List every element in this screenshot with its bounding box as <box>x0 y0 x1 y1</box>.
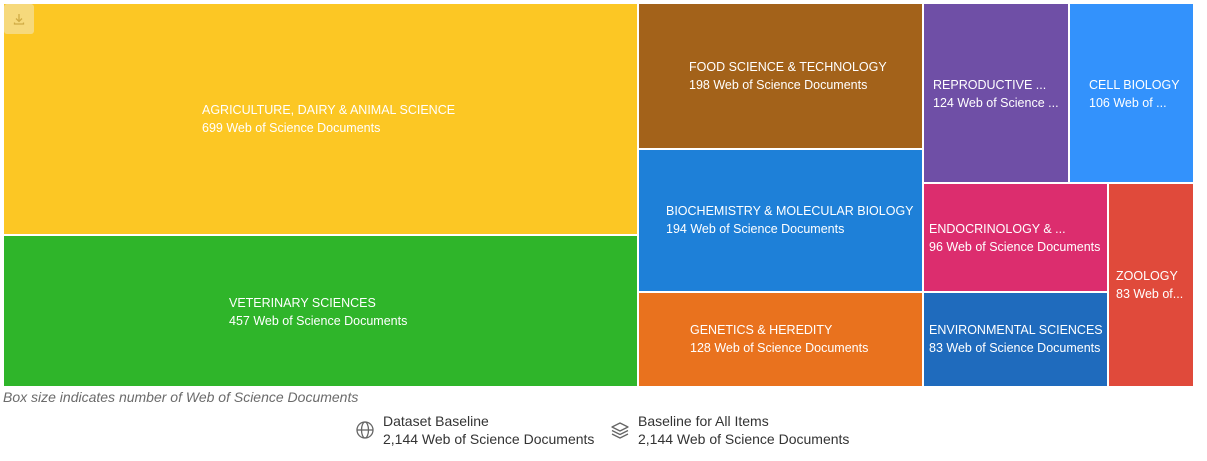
treemap-tile[interactable]: ZOOLOGY 83 Web of... <box>1108 183 1194 387</box>
tile-category-name: GENETICS & HEREDITY <box>690 323 833 337</box>
treemap-chart: AGRICULTURE, DAIRY & ANIMAL SCIENCE 699 W… <box>3 3 1194 387</box>
tile-category-name: ZOOLOGY <box>1116 269 1178 283</box>
tile-label: GENETICS & HEREDITY 128 Web of Science Do… <box>690 321 868 357</box>
treemap-tile[interactable]: ENVIRONMENTAL SCIENCES 83 Web of Science … <box>923 292 1108 387</box>
layers-icon <box>611 422 629 439</box>
tile-value-label: 106 Web of ... <box>1089 96 1167 110</box>
tile-label: FOOD SCIENCE & TECHNOLOGY 198 Web of Scie… <box>689 58 887 94</box>
tile-category-name: VETERINARY SCIENCES <box>229 296 376 310</box>
dataset-baseline-value: 2,144 Web of Science Documents <box>383 431 595 447</box>
tile-label: ENVIRONMENTAL SCIENCES 83 Web of Science … <box>929 321 1103 357</box>
tile-value-label: 83 Web of Science Documents <box>929 341 1101 355</box>
tile-label: ENDOCRINOLOGY & ... 96 Web of Science Doc… <box>929 220 1100 256</box>
tile-label: AGRICULTURE, DAIRY & ANIMAL SCIENCE 699 W… <box>202 101 455 137</box>
tile-category-name: ENDOCRINOLOGY & ... <box>929 222 1066 236</box>
tile-value-label: 194 Web of Science Documents <box>666 222 845 236</box>
tile-value-label: 198 Web of Science Documents <box>689 78 868 92</box>
tile-value-label: 457 Web of Science Documents <box>229 314 408 328</box>
tile-label: ZOOLOGY 83 Web of... <box>1116 267 1183 303</box>
tile-category-name: AGRICULTURE, DAIRY & ANIMAL SCIENCE <box>202 103 456 117</box>
treemap-caption: Box size indicates number of Web of Scie… <box>3 389 359 405</box>
tile-label: VETERINARY SCIENCES 457 Web of Science Do… <box>229 294 407 330</box>
globe-icon <box>356 421 374 439</box>
tile-value-label: 128 Web of Science Documents <box>690 341 869 355</box>
treemap-tile[interactable]: VETERINARY SCIENCES 457 Web of Science Do… <box>3 235 638 387</box>
tile-category-name: BIOCHEMISTRY & MOLECULAR BIOLOGY <box>666 204 914 218</box>
tile-category-name: ENVIRONMENTAL SCIENCES <box>929 323 1103 337</box>
treemap-tile[interactable]: REPRODUCTIVE ... 124 Web of Science ... <box>923 3 1069 183</box>
all-items-baseline-title: Baseline for All Items <box>638 413 769 429</box>
treemap-tile[interactable]: AGRICULTURE, DAIRY & ANIMAL SCIENCE 699 W… <box>3 3 638 235</box>
dataset-baseline: Dataset Baseline 2,144 Web of Science Do… <box>355 412 594 448</box>
tile-value-label: 124 Web of Science ... <box>933 96 1059 110</box>
download-button[interactable] <box>4 4 34 34</box>
tile-label: CELL BIOLOGY 106 Web of ... <box>1089 76 1180 112</box>
all-items-baseline: Baseline for All Items 2,144 Web of Scie… <box>610 412 849 448</box>
treemap-tile[interactable]: ENDOCRINOLOGY & ... 96 Web of Science Doc… <box>923 183 1108 292</box>
tile-label: BIOCHEMISTRY & MOLECULAR BIOLOGY 194 Web … <box>666 202 914 238</box>
tile-category-name: CELL BIOLOGY <box>1089 78 1180 92</box>
tile-category-name: REPRODUCTIVE ... <box>933 78 1047 92</box>
tile-label: REPRODUCTIVE ... 124 Web of Science ... <box>933 76 1059 112</box>
dataset-baseline-title: Dataset Baseline <box>383 413 489 429</box>
all-items-baseline-value: 2,144 Web of Science Documents <box>638 431 850 447</box>
treemap-tile[interactable]: CELL BIOLOGY 106 Web of ... <box>1069 3 1194 183</box>
tile-value-label: 83 Web of... <box>1116 287 1184 301</box>
treemap-tile[interactable]: FOOD SCIENCE & TECHNOLOGY 198 Web of Scie… <box>638 3 923 149</box>
tile-value-label: 96 Web of Science Documents <box>929 240 1101 254</box>
tile-category-name: FOOD SCIENCE & TECHNOLOGY <box>689 60 887 74</box>
tile-value-label: 699 Web of Science Documents <box>202 121 381 135</box>
treemap-tile[interactable]: GENETICS & HEREDITY 128 Web of Science Do… <box>638 292 923 387</box>
treemap-tile[interactable]: BIOCHEMISTRY & MOLECULAR BIOLOGY 194 Web … <box>638 149 923 292</box>
download-icon <box>13 14 25 25</box>
